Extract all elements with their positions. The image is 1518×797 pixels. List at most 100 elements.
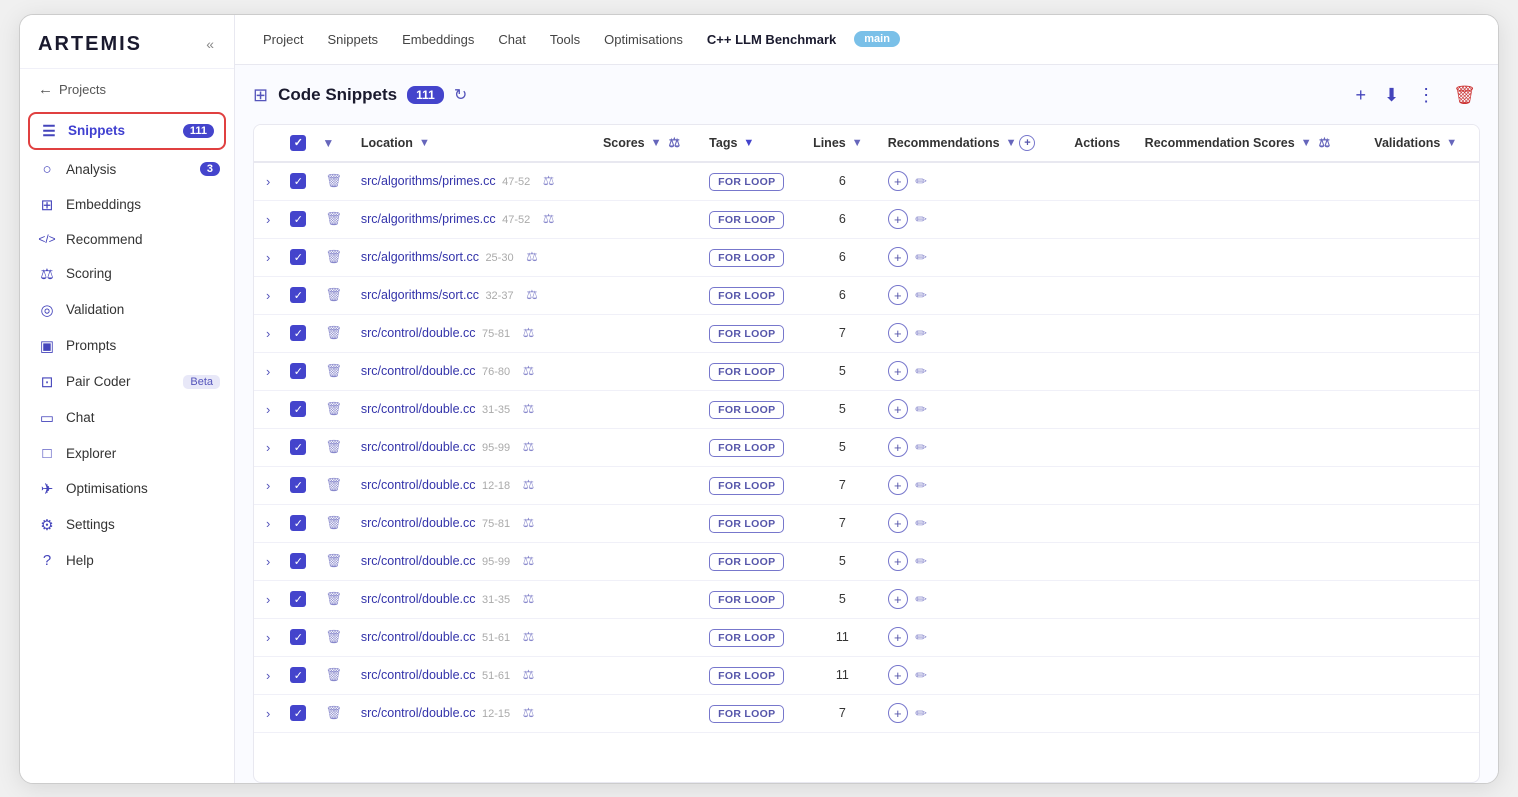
add-recommendation-button[interactable]: + (888, 665, 908, 685)
row-checkbox[interactable]: ✓ (290, 477, 306, 493)
topnav-benchmark[interactable]: C++ LLM Benchmark (697, 28, 846, 51)
collapse-button[interactable]: « (202, 34, 218, 54)
compare-row-button[interactable]: ⚖ (520, 323, 538, 343)
topnav-chat[interactable]: Chat (488, 28, 535, 51)
row-checkbox[interactable]: ✓ (290, 439, 306, 455)
compare-row-button[interactable]: ⚖ (520, 551, 538, 571)
delete-row-button[interactable]: 🗑 (322, 285, 345, 305)
delete-row-button[interactable]: 🗑 (322, 551, 345, 571)
scores-filter-icon[interactable]: ▼ (651, 137, 662, 149)
delete-row-button[interactable]: 🗑 (322, 703, 345, 723)
add-recommendation-button[interactable]: + (888, 171, 908, 191)
edit-recommendation-button[interactable]: ✏ (911, 551, 931, 572)
check-cell[interactable]: ✓ (282, 580, 314, 618)
location-filter-icon[interactable]: ▼ (419, 137, 430, 149)
sidebar-item-prompts[interactable]: ▣ Prompts (20, 328, 234, 364)
sidebar-item-embeddings[interactable]: ⊞ Embeddings (20, 187, 234, 223)
delete-row-button[interactable]: 🗑 (322, 437, 345, 457)
check-cell[interactable]: ✓ (282, 352, 314, 390)
edit-recommendation-button[interactable]: ✏ (911, 285, 931, 306)
expand-button[interactable]: › (262, 286, 274, 305)
row-checkbox[interactable]: ✓ (290, 173, 306, 189)
edit-recommendation-button[interactable]: ✏ (911, 399, 931, 420)
check-cell[interactable]: ✓ (282, 200, 314, 238)
add-recommendation-button[interactable]: + (888, 323, 908, 343)
sidebar-item-analysis[interactable]: ○ Analysis 3 (20, 152, 234, 187)
delete-row-button[interactable]: 🗑 (322, 361, 345, 381)
refresh-icon[interactable]: ↻ (454, 85, 467, 105)
compare-row-button[interactable]: ⚖ (520, 437, 538, 457)
expand-button[interactable]: › (262, 590, 274, 609)
row-checkbox[interactable]: ✓ (290, 705, 306, 721)
row-checkbox[interactable]: ✓ (290, 553, 306, 569)
compare-row-button[interactable]: ⚖ (520, 627, 538, 647)
check-cell[interactable]: ✓ (282, 314, 314, 352)
delete-row-button[interactable]: 🗑 (322, 323, 345, 343)
lines-filter-icon[interactable]: ▼ (852, 137, 863, 149)
topnav-tools[interactable]: Tools (540, 28, 590, 51)
topnav-optimisations[interactable]: Optimisations (594, 28, 693, 51)
add-recommendation-button[interactable]: + (888, 361, 908, 381)
add-recommendation-button[interactable]: + (888, 247, 908, 267)
row-checkbox[interactable]: ✓ (290, 667, 306, 683)
sidebar-item-chat[interactable]: ▭ Chat (20, 400, 234, 436)
compare-row-button[interactable]: ⚖ (520, 589, 538, 609)
edit-recommendation-button[interactable]: ✏ (911, 703, 931, 724)
expand-button[interactable]: › (262, 438, 274, 457)
sidebar-item-settings[interactable]: ⚙ Settings (20, 507, 234, 543)
check-cell[interactable]: ✓ (282, 162, 314, 201)
row-checkbox[interactable]: ✓ (290, 363, 306, 379)
edit-recommendation-button[interactable]: ✏ (911, 475, 931, 496)
row-checkbox[interactable]: ✓ (290, 629, 306, 645)
delete-row-button[interactable]: 🗑 (322, 589, 345, 609)
delete-row-button[interactable]: 🗑 (322, 513, 345, 533)
rec-filter-icon[interactable]: ▼ (1006, 137, 1017, 149)
compare-row-button[interactable]: ⚖ (523, 285, 541, 305)
expand-button[interactable]: › (262, 628, 274, 647)
row-checkbox[interactable]: ✓ (290, 401, 306, 417)
delete-row-button[interactable]: 🗑 (322, 209, 345, 229)
add-recommendation-button[interactable]: + (888, 513, 908, 533)
edit-recommendation-button[interactable]: ✏ (911, 665, 931, 686)
edit-recommendation-button[interactable]: ✏ (911, 171, 931, 192)
row-checkbox[interactable]: ✓ (290, 287, 306, 303)
add-recommendation-button[interactable]: + (888, 703, 908, 723)
check-cell[interactable]: ✓ (282, 542, 314, 580)
th-filter[interactable]: ▼ (314, 125, 353, 162)
expand-button[interactable]: › (262, 666, 274, 685)
topnav-embeddings[interactable]: Embeddings (392, 28, 484, 51)
expand-button[interactable]: › (262, 210, 274, 229)
sidebar-item-snippets[interactable]: ☰ Snippets 111 (28, 112, 226, 150)
expand-button[interactable]: › (262, 172, 274, 191)
check-cell[interactable]: ✓ (282, 276, 314, 314)
sidebar-item-optimisations[interactable]: ✈ Optimisations (20, 471, 234, 507)
add-recommendation-button[interactable]: + (888, 589, 908, 609)
add-recommendation-button[interactable]: + (888, 209, 908, 229)
check-cell[interactable]: ✓ (282, 466, 314, 504)
edit-recommendation-button[interactable]: ✏ (911, 247, 931, 268)
edit-recommendation-button[interactable]: ✏ (911, 627, 931, 648)
delete-row-button[interactable]: 🗑 (322, 247, 345, 267)
compare-row-button[interactable]: ⚖ (520, 475, 538, 495)
edit-recommendation-button[interactable]: ✏ (911, 513, 931, 534)
expand-button[interactable]: › (262, 362, 274, 381)
row-checkbox[interactable]: ✓ (290, 249, 306, 265)
compare-row-button[interactable]: ⚖ (540, 209, 558, 229)
expand-button[interactable]: › (262, 514, 274, 533)
edit-recommendation-button[interactable]: ✏ (911, 323, 931, 344)
add-recommendation-button[interactable]: + (888, 627, 908, 647)
add-recommendation-button[interactable]: + (888, 475, 908, 495)
more-button[interactable]: ⋮ (1413, 81, 1439, 110)
select-all-checkbox[interactable]: ✓ (290, 135, 306, 151)
edit-recommendation-button[interactable]: ✏ (911, 209, 931, 230)
th-select-all[interactable]: ✓ (282, 125, 314, 162)
tags-filter-icon[interactable]: ▼ (743, 137, 754, 149)
add-button[interactable]: + (1352, 81, 1371, 110)
check-cell[interactable]: ✓ (282, 238, 314, 276)
compare-row-button[interactable]: ⚖ (520, 399, 538, 419)
edit-recommendation-button[interactable]: ✏ (911, 361, 931, 382)
check-cell[interactable]: ✓ (282, 428, 314, 466)
delete-row-button[interactable]: 🗑 (322, 475, 345, 495)
compare-row-button[interactable]: ⚖ (520, 513, 538, 533)
check-cell[interactable]: ✓ (282, 390, 314, 428)
